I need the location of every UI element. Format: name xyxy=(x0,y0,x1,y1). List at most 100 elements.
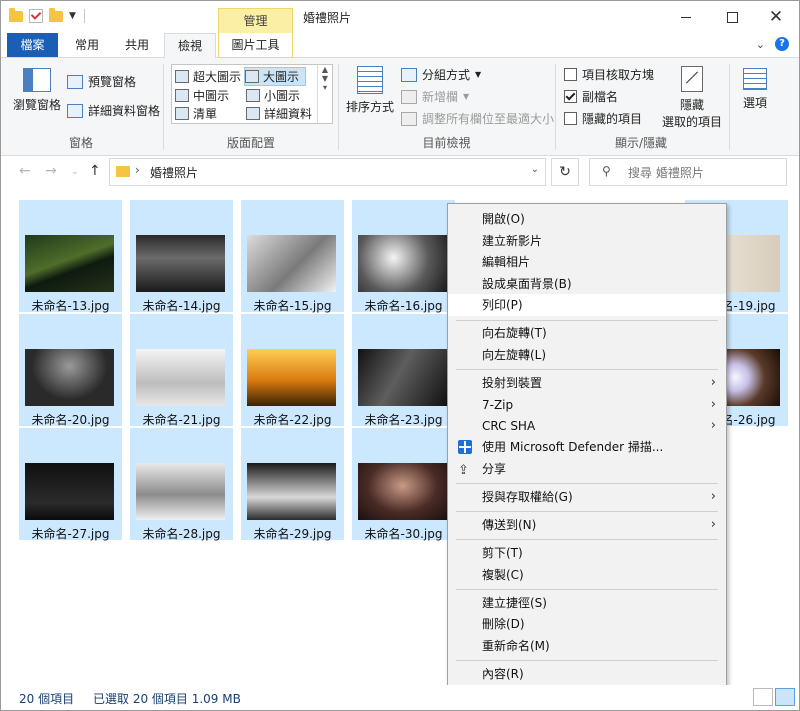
sort-by-button[interactable]: 排序方式 xyxy=(345,66,395,115)
add-columns-button[interactable]: 新增欄 ▼ xyxy=(401,88,469,105)
file-tile[interactable]: 未命名-21.jpg xyxy=(130,314,233,427)
details-view-button[interactable] xyxy=(753,688,773,706)
search-input[interactable]: 搜尋 婚禮照片 xyxy=(628,164,704,181)
help-icon[interactable]: ? xyxy=(775,37,789,51)
hidden-items-checkbox[interactable] xyxy=(564,112,577,125)
group-by-button[interactable]: 分組方式 ▼ xyxy=(401,66,481,83)
file-extensions-checkbox[interactable] xyxy=(564,90,577,103)
up-icon[interactable]: ↑ xyxy=(89,163,101,179)
minimize-button[interactable] xyxy=(663,1,709,33)
close-button[interactable]: ✕ xyxy=(753,1,799,33)
menu-item-share[interactable]: ⇪ 分享 xyxy=(448,458,726,480)
ribbon: 瀏覽窗格 預覽窗格 詳細資料窗格 窗格 超大圖示 大圖示 中圖示 小圖示 清單 … xyxy=(1,58,799,156)
menu-item-properties[interactable]: 內容(R) xyxy=(448,663,726,685)
size-columns-button[interactable]: 調整所有欄位至最適大小 xyxy=(401,110,554,127)
forward-icon[interactable]: → xyxy=(45,163,57,179)
chevron-right-icon[interactable]: › xyxy=(135,163,140,177)
file-name: 未命名-20.jpg xyxy=(31,413,110,427)
menu-item-defender-scan[interactable]: 使用 Microsoft Defender 掃描... xyxy=(448,436,726,458)
back-icon[interactable]: ← xyxy=(19,163,31,179)
file-tile[interactable]: 未命名-15.jpg xyxy=(241,200,344,313)
menu-item-print[interactable]: 列印(P) xyxy=(448,294,726,316)
menu-item-copy[interactable]: 複製(C) xyxy=(448,564,726,586)
layout-group: 超大圖示 大圖示 中圖示 小圖示 清單 詳細資料 ▲ ▼ ▾ 版面配置 xyxy=(1,58,341,155)
hidden-items-toggle[interactable]: 隱藏的項目 xyxy=(564,110,642,127)
menu-item-edit-photo[interactable]: 編輯相片 xyxy=(448,251,726,273)
menu-item-label: 分享 xyxy=(482,462,507,476)
menu-item-delete[interactable]: 刪除(D) xyxy=(448,613,726,635)
maximize-button[interactable] xyxy=(709,1,755,33)
file-tile[interactable]: 未命名-22.jpg xyxy=(241,314,344,427)
menu-item-send-to[interactable]: 傳送到(N) › xyxy=(448,514,726,536)
file-tile[interactable]: 未命名-16.jpg xyxy=(352,200,455,313)
layout-details[interactable]: 詳細資料 xyxy=(246,105,312,122)
tab-file[interactable]: 檔案 xyxy=(7,33,58,57)
file-name: 未命名-27.jpg xyxy=(31,527,110,541)
properties-icon[interactable] xyxy=(29,9,43,23)
chevron-down-icon[interactable]: ⌄ xyxy=(531,164,539,175)
layout-small-icons[interactable]: 小圖示 xyxy=(246,87,300,104)
menu-item-label: 傳送到(N) xyxy=(482,518,537,532)
file-tile[interactable]: 未命名-23.jpg xyxy=(352,314,455,427)
menu-item-7zip[interactable]: 7-Zip › xyxy=(448,394,726,416)
address-bar[interactable]: › 婚禮照片 ⌄ xyxy=(109,158,546,186)
menu-item-label: 建立新影片 xyxy=(482,234,543,248)
file-tile[interactable]: 未命名-27.jpg xyxy=(19,428,122,541)
file-tile[interactable]: 未命名-20.jpg xyxy=(19,314,122,427)
photo-thumbnail xyxy=(247,463,336,520)
layout-list[interactable]: 清單 xyxy=(175,105,217,122)
customize-toolbar-icon[interactable]: ▼ xyxy=(69,11,76,21)
tab-share[interactable]: 共用 xyxy=(114,33,160,57)
file-tile[interactable]: 未命名-29.jpg xyxy=(241,428,344,541)
chevron-down-icon[interactable]: ⌄ xyxy=(756,38,765,51)
options-button[interactable]: 選項 xyxy=(735,68,775,111)
file-name: 未命名-16.jpg xyxy=(364,299,443,313)
file-extensions-toggle[interactable]: 副檔名 xyxy=(564,88,618,105)
menu-item-cast[interactable]: 投射到裝置 › xyxy=(448,372,726,394)
menu-item-rotate-right[interactable]: 向右旋轉(T) xyxy=(448,322,726,344)
photo-thumbnail xyxy=(136,349,225,406)
photo-thumbnail xyxy=(136,235,225,292)
size-columns-icon xyxy=(401,111,417,126)
layout-large-icons[interactable]: 大圖示 xyxy=(244,67,307,86)
recent-locations-icon[interactable]: ⌄ xyxy=(71,167,79,177)
large-icons-view-button[interactable] xyxy=(775,688,795,706)
menu-item-rename[interactable]: 重新命名(M) xyxy=(448,635,726,657)
menu-item-label: 投射到裝置 xyxy=(482,376,543,390)
new-folder-icon[interactable] xyxy=(49,7,63,22)
menu-item-crc-sha[interactable]: CRC SHA › xyxy=(448,415,726,437)
breadcrumb-current-folder[interactable]: 婚禮照片 xyxy=(150,164,198,181)
menu-item-label: 複製(C) xyxy=(482,568,524,582)
file-tile[interactable]: 未命名-14.jpg xyxy=(130,200,233,313)
group-separator xyxy=(729,64,730,150)
layout-extra-large-icons[interactable]: 超大圖示 xyxy=(175,68,241,85)
search-box[interactable]: ⚲ 搜尋 婚禮照片 xyxy=(589,158,787,186)
menu-item-new-video[interactable]: 建立新影片 xyxy=(448,230,726,252)
explorer-window: ▼ 管理 婚禮照片 ✕ 檔案 常用 共用 檢視 圖片工具 ⌄ ? 瀏覽窗格 預覽… xyxy=(0,0,800,711)
menu-separator xyxy=(456,320,718,321)
file-tile[interactable]: 未命名-28.jpg xyxy=(130,428,233,541)
menu-item-rotate-left[interactable]: 向左旋轉(L) xyxy=(448,344,726,366)
tab-picture-tools[interactable]: 圖片工具 xyxy=(218,33,293,58)
item-checkboxes-toggle[interactable]: 項目核取方塊 xyxy=(564,66,654,83)
tab-manage[interactable]: 管理 xyxy=(218,8,293,34)
file-tile[interactable]: 未命名-13.jpg xyxy=(19,200,122,313)
file-tile[interactable]: 未命名-30.jpg xyxy=(352,428,455,541)
menu-item-open[interactable]: 開啟(O) xyxy=(448,208,726,230)
menu-item-set-wallpaper[interactable]: 設成桌面背景(B) xyxy=(448,273,726,295)
selection-info: 已選取 20 個項目 1.09 MB xyxy=(93,692,241,706)
window-title: 婚禮照片 xyxy=(303,11,352,25)
refresh-button[interactable]: ↻ xyxy=(551,158,579,186)
tab-view[interactable]: 檢視 xyxy=(164,33,216,59)
tab-home[interactable]: 常用 xyxy=(63,33,111,57)
show-hide-group: 項目核取方塊 副檔名 隱藏的項目 隱藏 選取的項目 顯示/隱藏 xyxy=(556,58,726,155)
item-checkboxes-checkbox[interactable] xyxy=(564,68,577,81)
hide-selected-button[interactable]: 隱藏 選取的項目 xyxy=(660,66,724,130)
menu-separator xyxy=(456,539,718,540)
menu-item-cut[interactable]: 剪下(T) xyxy=(448,542,726,564)
menu-item-create-shortcut[interactable]: 建立捷徑(S) xyxy=(448,592,726,614)
group-by-label: 分組方式 xyxy=(422,68,471,82)
menu-item-give-access[interactable]: 授與存取權給(G) › xyxy=(448,486,726,508)
layout-gallery-scroll[interactable]: ▲ ▼ ▾ xyxy=(317,65,332,123)
layout-medium-icons[interactable]: 中圖示 xyxy=(175,87,229,104)
